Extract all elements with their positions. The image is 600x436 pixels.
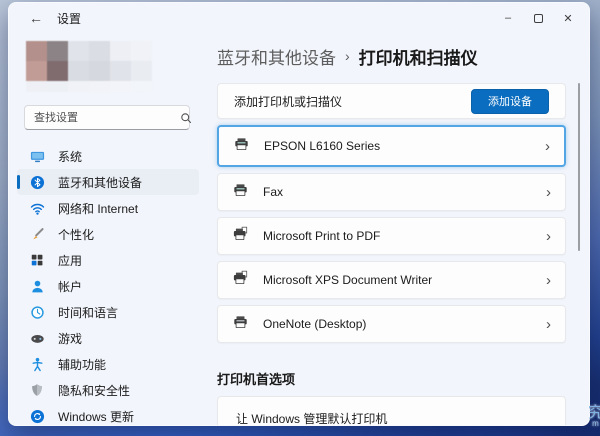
breadcrumb: 蓝牙和其他设备 › 打印机和扫描仪 xyxy=(217,43,566,69)
printer-row-print-to-pdf[interactable]: Microsoft Print to PDF › xyxy=(217,217,566,255)
clock-globe-icon xyxy=(29,304,45,320)
page-title: 打印机和扫描仪 xyxy=(359,44,478,69)
vertical-scrollbar[interactable] xyxy=(578,83,580,251)
brush-icon xyxy=(29,226,45,242)
printer-name: Microsoft Print to PDF xyxy=(263,229,380,243)
sidebar-item-label: 帐户 xyxy=(58,278,82,295)
printer-name: Microsoft XPS Document Writer xyxy=(263,273,432,287)
add-printer-row: 添加打印机或扫描仪 添加设备 xyxy=(217,83,566,119)
default-printer-row[interactable]: 让 Windows 管理默认打印机 xyxy=(217,396,566,426)
sidebar-item-privacy[interactable]: 隐私和安全性 xyxy=(17,377,199,403)
avatar-pixel xyxy=(89,81,110,92)
sidebar-item-accounts[interactable]: 帐户 xyxy=(17,273,199,299)
breadcrumb-separator-icon: › xyxy=(345,48,350,64)
avatar-pixel xyxy=(68,41,89,61)
bluetooth-icon xyxy=(29,174,45,190)
printer-icon xyxy=(232,314,249,335)
settings-window: ← 设置 – ✕ xyxy=(8,2,590,426)
maximize-icon xyxy=(534,14,543,23)
printer-icon xyxy=(233,136,250,157)
add-device-button[interactable]: 添加设备 xyxy=(471,89,549,114)
sidebar-item-apps[interactable]: 应用 xyxy=(17,247,199,273)
chevron-right-icon: › xyxy=(546,229,551,244)
printer-row-xps-writer[interactable]: Microsoft XPS Document Writer › xyxy=(217,261,566,299)
printer-name: OneNote (Desktop) xyxy=(263,317,366,331)
add-printer-label: 添加打印机或扫描仪 xyxy=(234,93,342,110)
avatar-pixel xyxy=(26,61,47,81)
chevron-right-icon: › xyxy=(546,317,551,332)
back-button[interactable]: ← xyxy=(23,10,49,26)
close-button[interactable]: ✕ xyxy=(553,3,583,33)
search-icon xyxy=(180,112,192,124)
main-content: 蓝牙和其他设备 › 打印机和扫描仪 添加打印机或扫描仪 添加设备 EPSON L… xyxy=(209,33,589,425)
sidebar-nav: 系统 蓝牙和其他设备 网络和 Internet 个性化 xyxy=(9,143,209,426)
avatar-pixel xyxy=(68,61,89,81)
sidebar-item-label: 网络和 Internet xyxy=(58,200,138,217)
sidebar: 系统 蓝牙和其他设备 网络和 Internet 个性化 xyxy=(9,33,209,425)
shield-icon xyxy=(29,382,45,398)
search-box[interactable] xyxy=(24,105,190,130)
avatar-pixel xyxy=(47,41,68,61)
avatar-pixel xyxy=(26,41,47,61)
search-input[interactable] xyxy=(25,106,180,129)
maximize-button[interactable] xyxy=(523,3,553,33)
avatar-pixel xyxy=(89,61,110,81)
sidebar-item-label: 个性化 xyxy=(58,226,94,243)
sidebar-item-label: 游戏 xyxy=(58,330,82,347)
avatar-pixel xyxy=(110,41,131,61)
gamepad-icon xyxy=(29,330,45,346)
chevron-right-icon: › xyxy=(546,185,551,200)
display-icon xyxy=(29,148,45,164)
avatar-pixel xyxy=(110,61,131,81)
printer-page-icon xyxy=(232,226,249,247)
sidebar-item-label: 系统 xyxy=(58,148,82,165)
minimize-button[interactable]: – xyxy=(493,3,523,33)
sidebar-item-label: 蓝牙和其他设备 xyxy=(58,174,142,191)
apps-icon xyxy=(29,252,45,268)
sync-icon xyxy=(29,408,45,424)
sidebar-item-system[interactable]: 系统 xyxy=(17,143,199,169)
printer-page-icon xyxy=(232,270,249,291)
avatar-pixel xyxy=(131,61,152,81)
sidebar-item-windows-update[interactable]: Windows 更新 xyxy=(17,403,199,426)
chevron-right-icon: › xyxy=(546,273,551,288)
avatar-pixel xyxy=(68,81,89,92)
sidebar-item-network[interactable]: 网络和 Internet xyxy=(17,195,199,221)
sidebar-item-label: 辅助功能 xyxy=(58,356,106,373)
user-avatar-censored[interactable] xyxy=(26,41,152,92)
accessibility-icon xyxy=(29,356,45,372)
avatar-pixel xyxy=(26,81,47,92)
sidebar-item-label: 隐私和安全性 xyxy=(58,382,130,399)
person-icon xyxy=(29,278,45,294)
window-controls: – ✕ xyxy=(493,3,589,33)
wifi-icon xyxy=(29,200,45,216)
sidebar-item-gaming[interactable]: 游戏 xyxy=(17,325,199,351)
printer-row-fax[interactable]: Fax › xyxy=(217,173,566,211)
sidebar-item-time-language[interactable]: 时间和语言 xyxy=(17,299,199,325)
avatar-pixel xyxy=(110,81,131,92)
sidebar-item-label: Windows 更新 xyxy=(58,408,134,425)
printer-name: EPSON L6160 Series xyxy=(264,139,380,153)
sidebar-item-label: 应用 xyxy=(58,252,82,269)
chevron-right-icon: › xyxy=(545,139,550,154)
printer-row-onenote[interactable]: OneNote (Desktop) › xyxy=(217,305,566,343)
avatar-pixel xyxy=(131,81,152,92)
avatar-pixel xyxy=(47,81,68,92)
printer-name: Fax xyxy=(263,185,283,199)
printer-row-epson[interactable]: EPSON L6160 Series › xyxy=(217,125,566,167)
titlebar: ← 设置 – ✕ xyxy=(9,3,589,33)
avatar-pixel xyxy=(47,61,68,81)
printer-icon xyxy=(232,182,249,203)
default-printer-label: 让 Windows 管理默认打印机 xyxy=(236,410,387,426)
sidebar-item-bluetooth[interactable]: 蓝牙和其他设备 xyxy=(17,169,199,195)
app-title: 设置 xyxy=(57,10,81,27)
avatar-pixel xyxy=(89,41,110,61)
avatar-pixel xyxy=(131,41,152,61)
sidebar-item-personalization[interactable]: 个性化 xyxy=(17,221,199,247)
sidebar-item-accessibility[interactable]: 辅助功能 xyxy=(17,351,199,377)
sidebar-item-label: 时间和语言 xyxy=(58,304,118,321)
breadcrumb-parent[interactable]: 蓝牙和其他设备 xyxy=(217,44,336,69)
printer-preferences-heading: 打印机首选项 xyxy=(217,369,566,388)
